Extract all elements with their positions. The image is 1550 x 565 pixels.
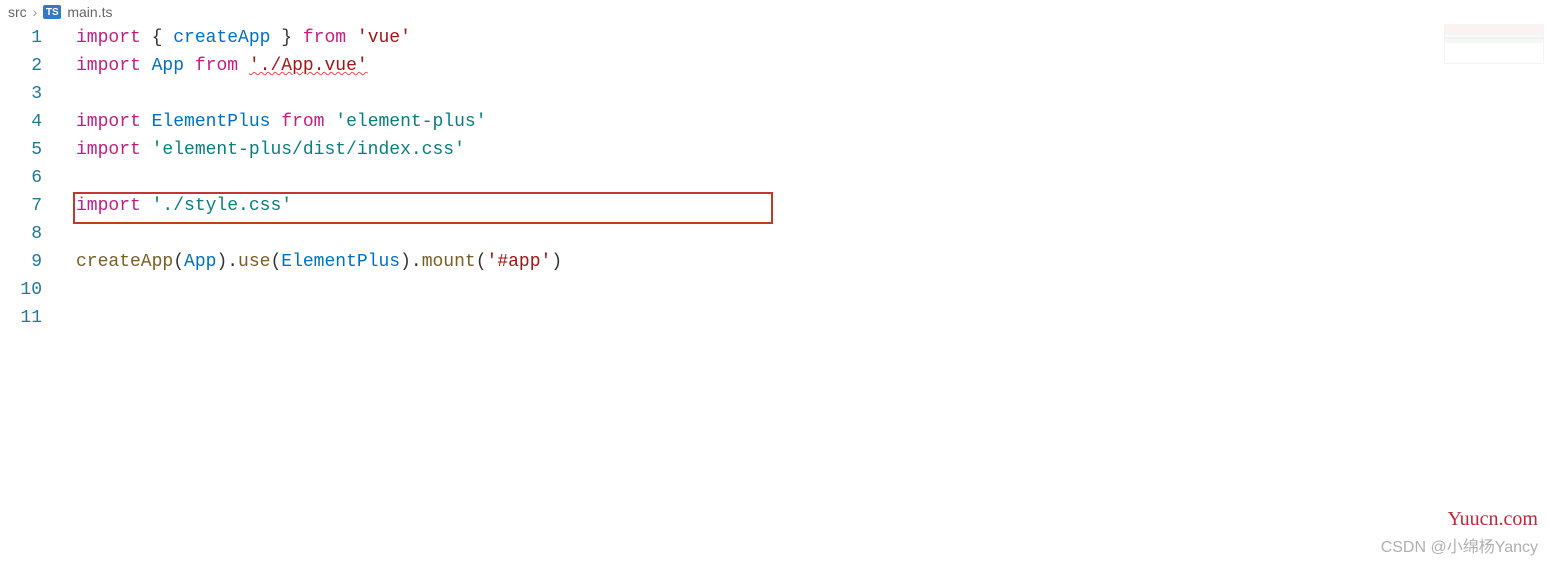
line-number: 7 (0, 192, 42, 220)
code-line: import 'element-plus/dist/index.css' (76, 136, 1550, 164)
minimap[interactable] (1444, 24, 1544, 64)
breadcrumb-folder[interactable]: src (8, 4, 27, 20)
watermark-yuucn: Yuucn.com (1447, 508, 1538, 531)
line-number: 3 (0, 80, 42, 108)
line-number: 11 (0, 304, 42, 332)
code-line (76, 164, 1550, 192)
code-line: import { createApp } from 'vue' (76, 24, 1550, 52)
typescript-file-icon: TS (43, 5, 61, 19)
code-line: createApp(App).use(ElementPlus).mount('#… (76, 248, 1550, 276)
breadcrumb[interactable]: src › TS main.ts (0, 0, 1550, 24)
line-number: 6 (0, 164, 42, 192)
code-line: import ElementPlus from 'element-plus' (76, 108, 1550, 136)
line-number: 5 (0, 136, 42, 164)
chevron-right-icon: › (33, 4, 38, 20)
code-line (76, 220, 1550, 248)
line-number: 9 (0, 248, 42, 276)
code-line (76, 276, 1550, 304)
error-squiggle: './App.vue' (249, 56, 368, 76)
line-number: 2 (0, 52, 42, 80)
watermark-csdn: CSDN @小绵杨Yancy (1381, 533, 1538, 557)
line-number: 1 (0, 24, 42, 52)
code-line: import App from './App.vue' (76, 52, 1550, 80)
code-line: import './style.css' (76, 192, 1550, 220)
code-area[interactable]: import { createApp } from 'vue' import A… (56, 24, 1550, 332)
line-number: 8 (0, 220, 42, 248)
line-number-gutter: 1 2 3 4 5 6 7 8 9 10 11 (0, 24, 56, 332)
line-number: 10 (0, 276, 42, 304)
code-line (76, 304, 1550, 332)
breadcrumb-file[interactable]: main.ts (67, 4, 112, 20)
code-editor[interactable]: 1 2 3 4 5 6 7 8 9 10 11 import { createA… (0, 24, 1550, 332)
line-number: 4 (0, 108, 42, 136)
code-line (76, 80, 1550, 108)
